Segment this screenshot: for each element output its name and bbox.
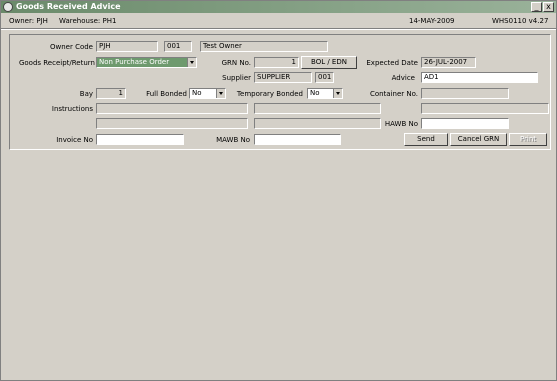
mawb-label: MAWB No [216, 136, 250, 144]
instructions-label: Instructions [51, 105, 93, 113]
instructions-field-1[interactable] [96, 103, 248, 114]
hawb-input[interactable] [421, 118, 509, 129]
instructions-field-2[interactable] [254, 103, 381, 114]
temporary-bonded-select[interactable]: No [307, 88, 343, 99]
expected-date-label: Expected Date [366, 59, 418, 67]
goods-receipt-select[interactable]: Non Purchase Order [96, 57, 197, 68]
warehouse-info: Warehouse: PH1 [59, 17, 117, 25]
app-icon [3, 2, 13, 12]
invoice-number-label: Invoice No [56, 136, 93, 144]
owner-code-label: Owner Code [49, 43, 93, 51]
grn-field[interactable]: 1 [254, 57, 299, 68]
supplier-field[interactable]: SUPPLIER [254, 72, 312, 83]
info-bar: Owner: PJH Warehouse: PH1 14-MAY-2009 WH… [1, 15, 556, 27]
advice-input[interactable]: AD1 [421, 72, 538, 83]
current-date: 14-MAY-2009 [409, 17, 455, 25]
owner-info: Owner: PJH [9, 17, 48, 25]
supplier-label: Supplier [222, 74, 251, 82]
expected-date-field[interactable]: 26-JUL-2007 [421, 57, 476, 68]
invoice-number-input[interactable] [96, 134, 184, 145]
owner-number-field[interactable]: 001 [164, 41, 192, 52]
window-title: Goods Received Advice [16, 2, 121, 11]
grn-label: GRN No. [221, 59, 251, 67]
chevron-down-icon[interactable] [333, 89, 342, 98]
hawb-label: HAWB No [384, 120, 418, 128]
version-info: WHS0110 v4.27 [492, 17, 549, 25]
bol-edn-button[interactable]: BOL / EDN [301, 56, 357, 69]
owner-code-field[interactable]: PJH [96, 41, 158, 52]
goods-receipt-value: Non Purchase Order [99, 58, 170, 66]
separator [1, 28, 556, 30]
supplier-number-field[interactable]: 001 [315, 72, 334, 83]
minimize-button[interactable]: _ [531, 2, 542, 12]
cancel-grn-button[interactable]: Cancel GRN [450, 133, 507, 146]
temporary-bonded-label: Temporary Bonded [236, 90, 303, 98]
temporary-bonded-value: No [310, 89, 320, 97]
advice-label: Advice [391, 74, 415, 82]
full-bonded-value: No [192, 89, 202, 97]
print-button[interactable]: Print [509, 133, 547, 146]
goods-received-advice-window: Goods Received Advice _ x Owner: PJH War… [0, 0, 557, 381]
chevron-down-icon[interactable] [187, 58, 196, 67]
owner-name-field[interactable]: Test Owner [200, 41, 328, 52]
bay-label: Bay [79, 90, 93, 98]
full-bonded-label: Full Bonded [146, 90, 187, 98]
title-bar: Goods Received Advice _ x [1, 1, 556, 13]
bay-field[interactable]: 1 [96, 88, 126, 99]
container-number-field[interactable] [421, 88, 509, 99]
mawb-input[interactable] [254, 134, 341, 145]
instructions-field-5[interactable] [254, 118, 381, 129]
goods-receipt-label: Goods Receipt/Return [18, 59, 95, 67]
container-number-label: Container No. [369, 90, 418, 98]
chevron-down-icon[interactable] [216, 89, 225, 98]
instructions-field-4[interactable] [96, 118, 248, 129]
send-button[interactable]: Send [404, 133, 448, 146]
full-bonded-select[interactable]: No [189, 88, 226, 99]
close-button[interactable]: x [543, 2, 554, 12]
instructions-field-3[interactable] [421, 103, 549, 114]
